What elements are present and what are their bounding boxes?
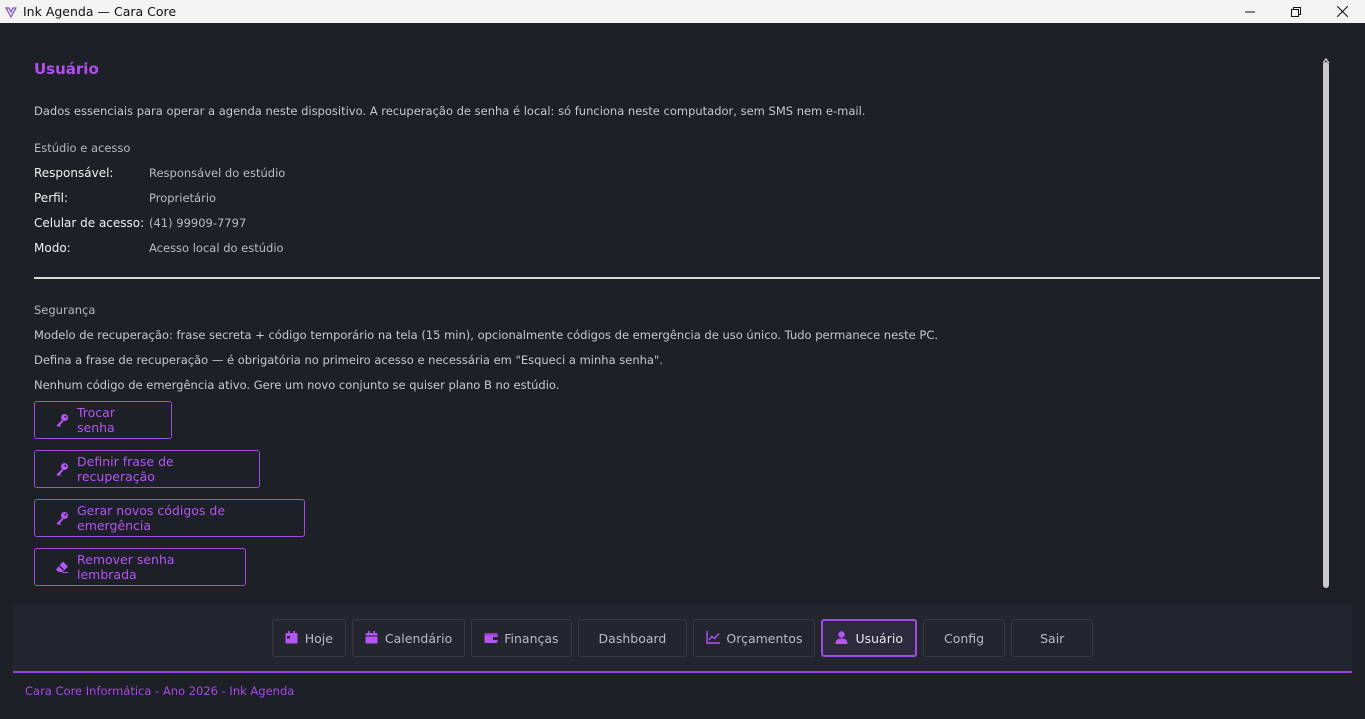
nav-usuario[interactable]: Usuário [821,619,917,657]
nav-label: Usuário [855,630,903,646]
nav-label: Dashboard [598,630,667,646]
security-text-codes: Nenhum código de emergência ativo. Gere … [34,378,560,392]
key-icon [55,462,69,476]
nav-hoje[interactable]: Hoje [271,619,346,657]
scroll-up-arrow-icon[interactable] [1322,50,1330,64]
info-row-perfil: Perfil: Proprietário [34,191,216,205]
info-row-responsavel: Responsável: Responsável do estúdio [34,166,285,180]
window-title: Ink Agenda — Cara Core [23,4,177,19]
footer: Cara Core Informática - Ano 2026 - Ink A… [13,673,1352,719]
key-icon [55,511,69,525]
section-label-studio: Estúdio e acesso [34,141,131,155]
nav-calendario[interactable]: Calendário [351,619,466,657]
nav-label: Sair [1040,630,1065,646]
window-titlebar: Ink Agenda — Cara Core [0,0,1365,23]
remove-remembered-password-label: Remover senha lembrada [77,552,175,582]
info-value: Proprietário [149,191,217,205]
bottom-navigation: Hoje Calendário Finanças Dashboard Orçam… [13,605,1352,671]
minimize-button[interactable] [1227,0,1273,23]
info-key: Perfil: [34,191,69,205]
nav-orcamentos[interactable]: Orçamentos [693,619,816,657]
nav-label: Hoje [304,630,333,646]
eraser-icon [55,560,69,574]
change-password-button[interactable]: Trocar senha [34,401,172,439]
chart-line-icon [706,631,721,645]
info-key: Celular de acesso: [34,216,145,230]
info-key: Responsável: [34,166,114,180]
nav-config[interactable]: Config [922,619,1006,657]
generate-emergency-codes-label: Gerar novos códigos de emergência [77,503,226,533]
nav-financas[interactable]: Finanças [471,619,572,657]
page-description: Dados essenciais para operar a agenda ne… [34,104,866,118]
info-value: (41) 99909-7797 [149,216,247,230]
page-title: Usuário [34,60,99,78]
nav-sair[interactable]: Sair [1011,619,1094,657]
nav-dashboard[interactable]: Dashboard [577,619,688,657]
scrollbar-thumb[interactable] [1323,62,1329,588]
set-recovery-phrase-label: Definir frase de recuperação [77,454,174,484]
remove-remembered-password-button[interactable]: Remover senha lembrada [34,548,246,586]
footer-text: Cara Core Informática - Ano 2026 - Ink A… [25,684,295,698]
nav-label: Calendário [384,630,453,646]
key-icon [55,413,69,427]
section-label-security: Segurança [34,303,96,317]
info-key: Modo: [34,241,71,255]
security-text-phrase: Defina a frase de recuperação — é obriga… [34,353,663,367]
set-recovery-phrase-button[interactable]: Definir frase de recuperação [34,450,260,488]
info-value: Responsável do estúdio [149,166,286,180]
vertical-scrollbar[interactable] [1322,50,1330,613]
calendar-icon [285,631,299,645]
info-row-celular: Celular de acesso: (41) 99909-7797 [34,216,246,230]
user-icon [835,631,849,645]
change-password-label: Trocar senha [77,405,115,435]
wallet-icon [484,631,498,645]
nav-label: Finanças [504,630,559,646]
nav-label: Config [943,630,985,646]
close-button[interactable] [1319,0,1365,23]
info-row-modo: Modo: Acesso local do estúdio [34,241,284,255]
info-value: Acesso local do estúdio [149,241,284,255]
calendar-icon [365,631,379,645]
app-logo-icon [4,6,18,18]
restore-button[interactable] [1273,0,1319,23]
section-divider [34,277,1320,279]
main-content: Usuário Dados essenciais para operar a a… [13,23,1352,613]
security-text-model: Modelo de recuperação: frase secreta + c… [34,328,939,342]
generate-emergency-codes-button[interactable]: Gerar novos códigos de emergência [34,499,305,537]
nav-label: Orçamentos [726,630,803,646]
